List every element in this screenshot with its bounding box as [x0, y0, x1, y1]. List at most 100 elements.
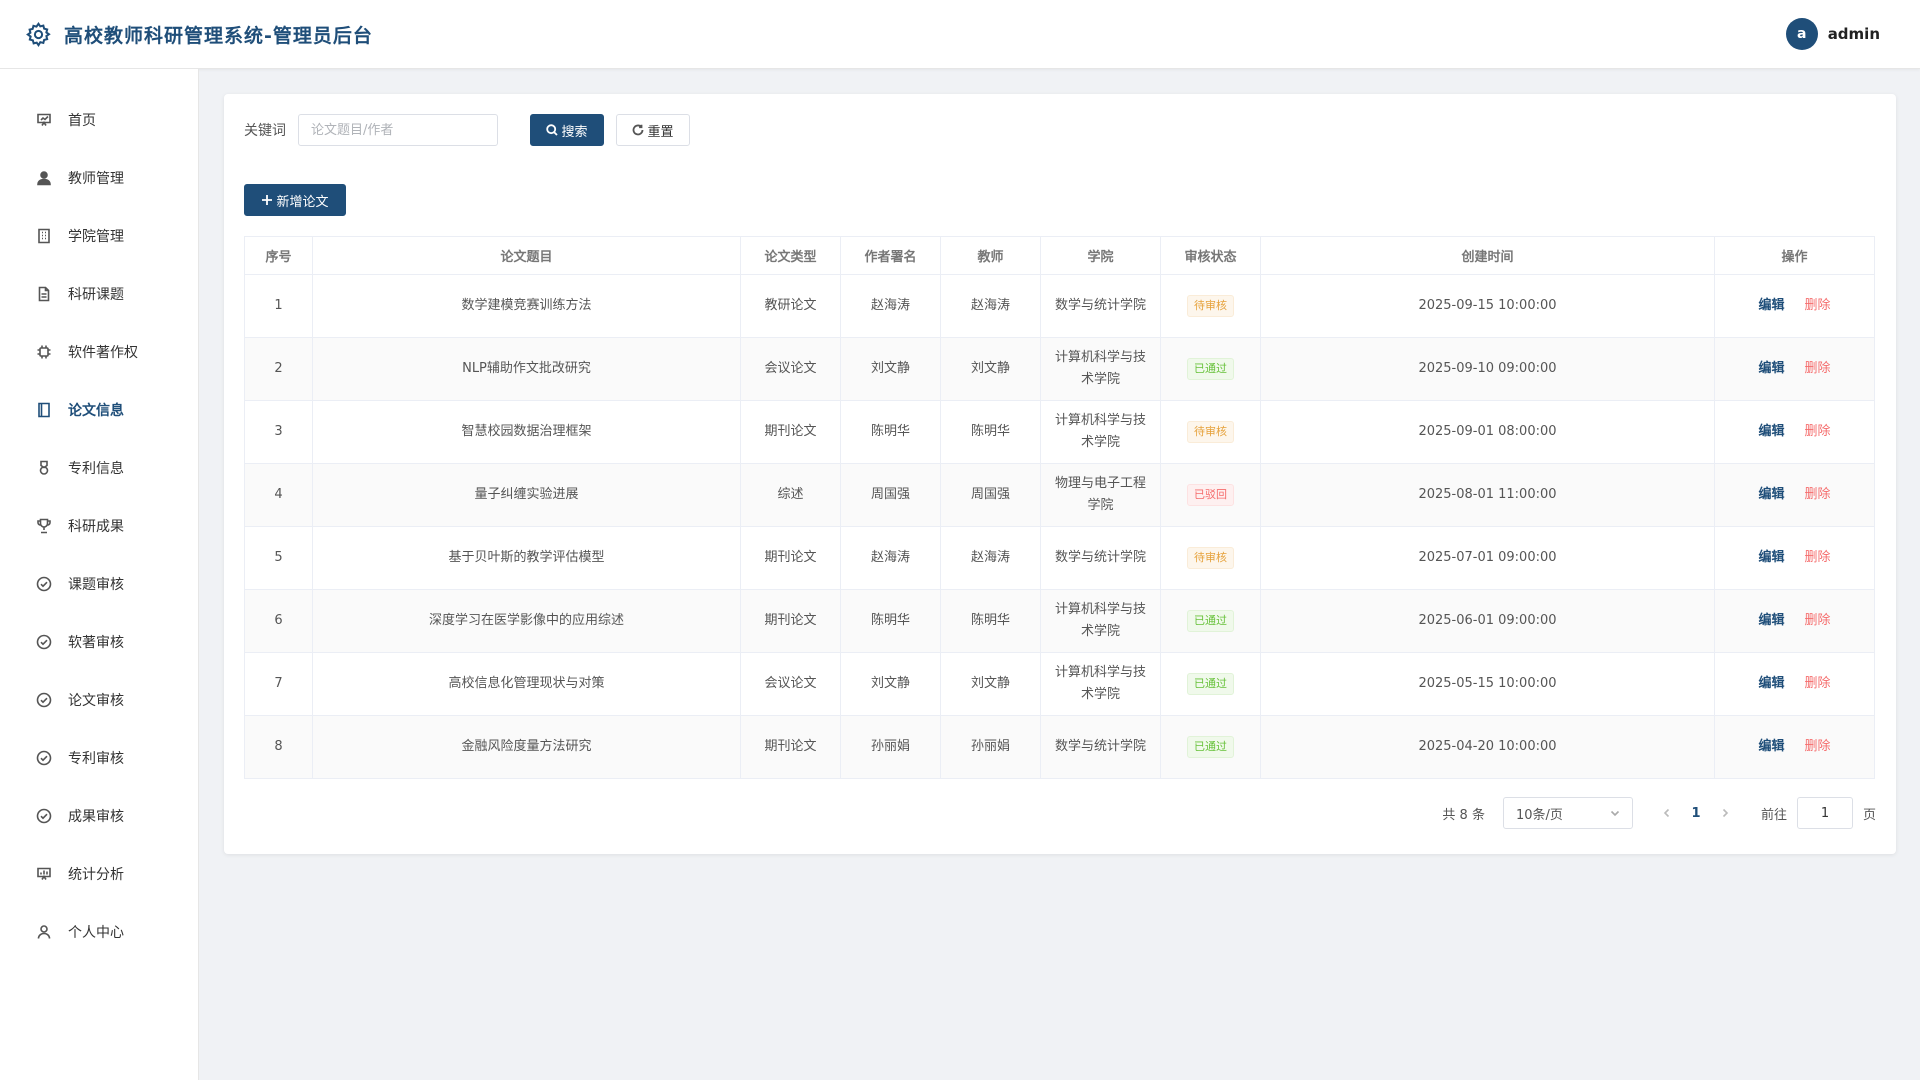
delete-button[interactable]: 删除 — [1805, 676, 1831, 691]
cell-teacher: 陈明华 — [940, 589, 1041, 653]
delete-button[interactable]: 删除 — [1805, 739, 1831, 754]
chart-icon — [37, 867, 51, 880]
sidebar-item-2[interactable]: 学院管理 — [0, 207, 198, 265]
sidebar-item-6[interactable]: 专利信息 — [0, 439, 198, 497]
delete-button[interactable]: 删除 — [1805, 550, 1831, 565]
cell-teacher: 孙丽娟 — [940, 715, 1041, 779]
table-row: 4 量子纠缠实验进展 综述 周国强 周国强 物理与电子工程学院 已驳回 2025-08-01 … — [244, 463, 1875, 527]
dashboard-icon — [37, 113, 51, 126]
column-header: 创建时间 — [1260, 236, 1715, 275]
sidebar-item-7[interactable]: 科研成果 — [0, 497, 198, 555]
cell-type: 期刊论文 — [740, 589, 841, 653]
edit-button[interactable]: 编辑 — [1758, 676, 1784, 691]
cell-created: 2025-09-15 10:00:00 — [1260, 274, 1715, 338]
sidebar-item-1[interactable]: 教师管理 — [0, 149, 198, 207]
chevron-down-icon — [1610, 810, 1620, 817]
sidebar-item-3[interactable]: 科研课题 — [0, 265, 198, 323]
cell-actions: 编辑 删除 — [1714, 589, 1875, 653]
status-badge: 已通过 — [1187, 358, 1234, 380]
delete-button[interactable]: 删除 — [1805, 487, 1831, 502]
sidebar-item-4[interactable]: 软件著作权 — [0, 323, 198, 381]
cell-type: 会议论文 — [740, 652, 841, 716]
sidebar-item-0[interactable]: 首页 — [0, 91, 198, 149]
cell-actions: 编辑 删除 — [1714, 337, 1875, 401]
cell-teacher: 刘文静 — [940, 652, 1041, 716]
add-paper-button[interactable]: 新增论文 — [244, 184, 346, 216]
cell-teacher: 赵海涛 — [940, 274, 1041, 338]
edit-button[interactable]: 编辑 — [1758, 361, 1784, 376]
search-icon — [546, 124, 559, 136]
reset-button[interactable]: 重置 — [616, 114, 690, 146]
sidebar-item-label: 统计分析 — [68, 867, 124, 883]
table-row: 1 数学建模竞赛训练方法 教研论文 赵海涛 赵海涛 数学与统计学院 待审核 2025-09-1… — [244, 274, 1875, 338]
sidebar-item-8[interactable]: 课题审核 — [0, 555, 198, 613]
page-size-value: 10条/页 — [1515, 807, 1563, 823]
cell-created: 2025-09-01 08:00:00 — [1260, 400, 1715, 464]
edit-button[interactable]: 编辑 — [1758, 298, 1784, 313]
prev-page-button[interactable] — [1653, 808, 1681, 818]
edit-button[interactable]: 编辑 — [1758, 424, 1784, 439]
delete-button[interactable]: 删除 — [1805, 361, 1831, 376]
delete-button[interactable]: 删除 — [1805, 613, 1831, 628]
chevron-left-icon — [1663, 808, 1670, 818]
cell-author: 陈明华 — [840, 400, 941, 464]
cell-no: 2 — [244, 337, 313, 401]
cell-college: 物理与电子工程学院 — [1040, 463, 1161, 527]
column-header: 论文类型 — [740, 236, 841, 275]
status-badge: 待审核 — [1187, 295, 1234, 317]
sidebar-item-12[interactable]: 成果审核 — [0, 787, 198, 845]
profile-icon — [37, 925, 51, 939]
edit-button[interactable]: 编辑 — [1758, 613, 1784, 628]
cell-type: 教研论文 — [740, 274, 841, 338]
cell-title: 数学建模竞赛训练方法 — [312, 274, 741, 338]
cpu-icon — [37, 345, 51, 359]
check-circle-icon — [36, 750, 52, 766]
cell-actions: 编辑 删除 — [1714, 652, 1875, 716]
cell-created: 2025-09-10 09:00:00 — [1260, 337, 1715, 401]
cell-author: 陈明华 — [840, 589, 941, 653]
search-button[interactable]: 搜索 — [530, 114, 604, 146]
gear-icon — [26, 21, 51, 47]
username[interactable]: admin — [1828, 25, 1880, 43]
keyword-input[interactable] — [298, 114, 498, 146]
table-row: 2 NLP辅助作文批改研究 会议论文 刘文静 刘文静 计算机科学与技术学院 已通过 2025-… — [244, 337, 1875, 401]
edit-button[interactable]: 编辑 — [1758, 550, 1784, 565]
cell-status: 已通过 — [1160, 589, 1261, 653]
building-icon — [38, 228, 50, 244]
sidebar-item-14[interactable]: 个人中心 — [0, 903, 198, 961]
goto-label: 前往 — [1760, 807, 1787, 823]
edit-button[interactable]: 编辑 — [1758, 487, 1784, 502]
column-header: 序号 — [244, 236, 313, 275]
table-row: 6 深度学习在医学影像中的应用综述 期刊论文 陈明华 陈明华 计算机科学与技术学院 已通过 2… — [244, 589, 1875, 653]
cell-status: 待审核 — [1160, 274, 1261, 338]
avatar[interactable]: a — [1785, 18, 1818, 50]
sidebar-item-label: 专利审核 — [68, 751, 124, 767]
next-page-button[interactable] — [1711, 808, 1739, 818]
sidebar-item-13[interactable]: 统计分析 — [0, 845, 198, 903]
sidebar-item-10[interactable]: 论文审核 — [0, 671, 198, 729]
sidebar-item-9[interactable]: 软著审核 — [0, 613, 198, 671]
sidebar-item-label: 课题审核 — [68, 577, 124, 593]
reset-button-label: 重置 — [647, 124, 674, 140]
cell-college: 数学与统计学院 — [1040, 526, 1161, 590]
delete-button[interactable]: 删除 — [1805, 424, 1831, 439]
table-row: 8 金融风险度量方法研究 期刊论文 孙丽娟 孙丽娟 数学与统计学院 已通过 2025-04-2… — [244, 715, 1875, 779]
brand: 高校教师科研管理系统-管理员后台 — [25, 21, 373, 48]
delete-button[interactable]: 删除 — [1805, 298, 1831, 313]
goto-page-input[interactable] — [1796, 797, 1853, 829]
cell-status: 已驳回 — [1160, 463, 1261, 527]
sidebar-item-label: 科研课题 — [68, 287, 124, 303]
check-circle-icon — [36, 634, 52, 650]
sidebar-item-5[interactable]: 论文信息 — [0, 381, 198, 439]
sidebar-item-11[interactable]: 专利审核 — [0, 729, 198, 787]
page-size-select[interactable]: 10条/页 — [1502, 797, 1633, 829]
column-header: 操作 — [1714, 236, 1875, 275]
user-menu[interactable]: a admin — [1785, 18, 1880, 50]
sidebar-item-label: 论文审核 — [68, 693, 124, 709]
edit-button[interactable]: 编辑 — [1758, 739, 1784, 754]
page-number-current[interactable]: 1 — [1681, 806, 1711, 821]
cell-no: 5 — [244, 526, 313, 590]
table-row: 5 基于贝叶斯的教学评估模型 期刊论文 赵海涛 赵海涛 数学与统计学院 待审核 2025-07… — [244, 526, 1875, 590]
table-row: 3 智慧校园数据治理框架 期刊论文 陈明华 陈明华 计算机科学与技术学院 待审核 2025-0… — [244, 400, 1875, 464]
sidebar-item-label: 学院管理 — [68, 229, 124, 245]
